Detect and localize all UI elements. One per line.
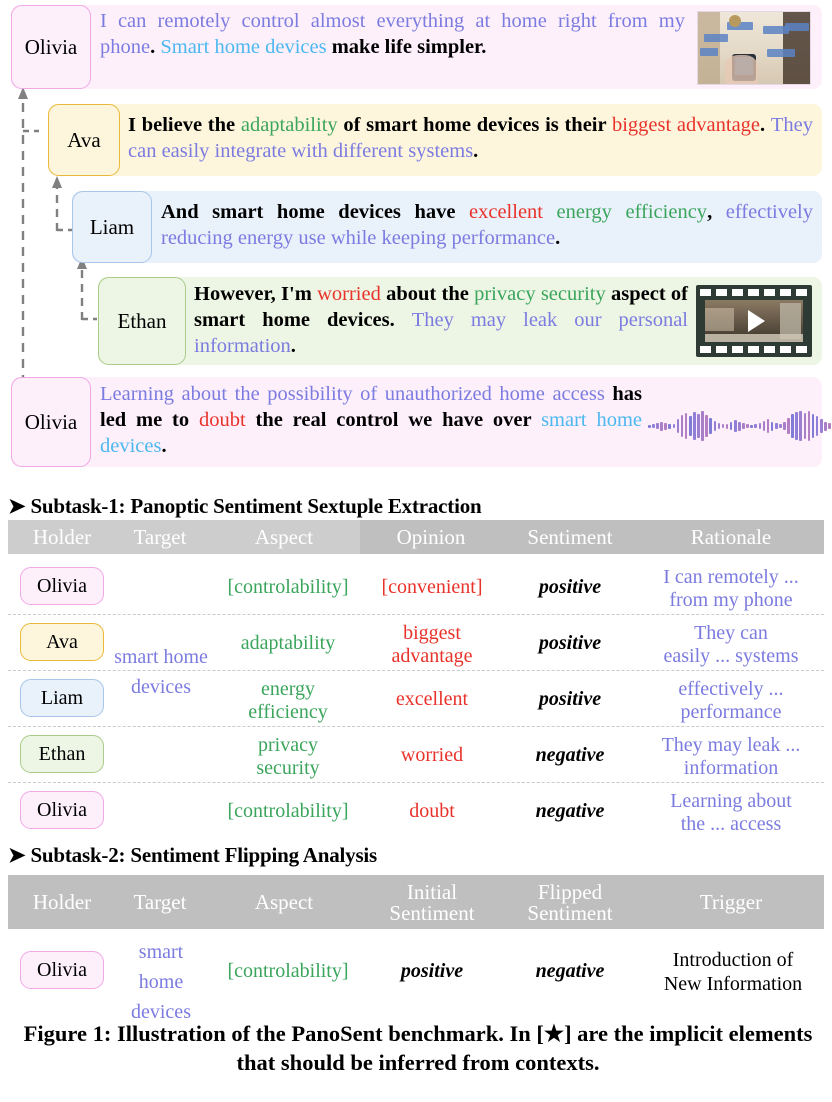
holder-name: Ethan	[38, 743, 86, 765]
holder-name: Olivia	[37, 799, 87, 821]
play-icon	[748, 310, 765, 332]
speaker-badge-olivia-1: Olivia	[11, 5, 91, 89]
subtask-2-title: ➤ Subtask-2: Sentiment Flipping Analysis	[8, 843, 386, 868]
speaker-name: Olivia	[24, 409, 78, 434]
holder-name: Ava	[46, 631, 78, 653]
row-holder-badge: Liam	[20, 679, 104, 717]
row-opinion: excellent	[395, 688, 469, 710]
row-target: smart home devices	[131, 941, 191, 1023]
holder-name: Liam	[40, 687, 84, 709]
col-header-target: Target	[133, 890, 187, 915]
row-flipped-sentiment: negative	[535, 960, 605, 982]
row-divider	[8, 782, 824, 783]
row-aspect: [controlability]	[227, 800, 349, 822]
subtask-2-title-text: ➤ Subtask-2: Sentiment Flipping Analysis	[8, 843, 378, 867]
row-rationale: I can remotely ... from my phone	[663, 566, 799, 612]
row-aspect: adaptability	[240, 632, 336, 654]
row-initial-sentiment: positive	[400, 960, 464, 982]
row-sentiment: positive	[538, 688, 602, 710]
image-smart-home-room	[697, 11, 811, 85]
row-aspect: [controlability]	[227, 960, 349, 982]
row-holder-badge: Ava	[20, 623, 104, 661]
row-opinion: doubt	[409, 800, 455, 822]
col-header-holder: Holder	[32, 525, 92, 549]
row-divider	[8, 614, 824, 615]
row-holder-badge: Ethan	[20, 735, 104, 773]
message-text-olivia-1: I can remotely control almost everything…	[100, 10, 691, 59]
speaker-name: Olivia	[24, 34, 78, 59]
col-header-initial-sentiment: Initial Sentiment	[389, 879, 475, 925]
col-header-holder: Holder	[32, 890, 92, 915]
speaker-name: Ava	[67, 127, 101, 152]
row-rationale: They can easily ... systems	[663, 622, 799, 668]
col-header-flipped-sentiment: Flipped Sentiment	[527, 879, 613, 925]
row-opinion: [convenient]	[381, 576, 483, 598]
target-span-label: smart home devices	[114, 646, 208, 699]
subtask-1-table: Holder Target Aspect Opinion Sentiment R…	[8, 520, 824, 835]
row-aspect: [controlability]	[227, 576, 349, 598]
row-rationale: Learning about the ... access	[670, 790, 792, 836]
row-rationale: They may leak ... information	[661, 734, 801, 780]
video-smart-home-clip[interactable]	[696, 285, 812, 357]
row-trigger: Introduction of New Information	[663, 949, 803, 995]
speaker-badge-ava: Ava	[48, 104, 120, 176]
col-header-aspect: Aspect	[254, 890, 314, 915]
speaker-badge-ethan: Ethan	[98, 277, 186, 365]
holder-name: Olivia	[37, 959, 87, 981]
subtask-2-table: Holder Target Aspect Initial Sentiment F…	[8, 875, 824, 1023]
col-header-aspect: Aspect	[254, 525, 314, 549]
message-text-liam: And smart home devices have excellent en…	[161, 201, 819, 250]
speaker-badge-olivia-2: Olivia	[11, 377, 91, 467]
message-text-olivia-2: Learning about the possibility of unauth…	[100, 383, 648, 458]
figure-caption: Figure 1: Illustration of the PanoSent b…	[23, 1021, 813, 1075]
table-header-row: Holder Target Aspect Opinion Sentiment R…	[8, 520, 824, 554]
col-header-trigger: Trigger	[699, 890, 763, 915]
col-header-opinion: Opinion	[396, 525, 466, 549]
row-opinion: worried	[400, 744, 464, 766]
figure-root: Olivia I can remotely control almost eve…	[0, 0, 832, 1102]
subtask-1-title-text: ➤ Subtask-1: Panoptic Sentiment Sextuple…	[8, 494, 482, 518]
row-aspect: energy efficiency	[248, 678, 328, 724]
col-header-target: Target	[133, 525, 187, 549]
conversation-panel: Olivia I can remotely control almost eve…	[0, 0, 832, 482]
row-divider	[8, 726, 824, 727]
speaker-name: Ethan	[117, 308, 167, 333]
row-holder-badge: Olivia	[20, 951, 104, 989]
subtask-1-title: ➤ Subtask-1: Panoptic Sentiment Sextuple…	[8, 494, 490, 519]
holder-name: Olivia	[37, 575, 87, 597]
row-sentiment: positive	[538, 632, 602, 654]
audio-waveform[interactable]	[648, 409, 832, 443]
row-holder-badge: Olivia	[20, 567, 104, 605]
row-sentiment: negative	[535, 744, 605, 766]
row-opinion: biggest advantage	[391, 622, 473, 668]
row-sentiment: negative	[535, 800, 605, 822]
row-holder-badge: Olivia	[20, 791, 104, 829]
row-rationale: effectively ... performance	[678, 678, 784, 724]
col-header-sentiment: Sentiment	[527, 525, 613, 549]
col-header-rationale: Rationale	[690, 525, 772, 549]
row-divider	[8, 670, 824, 671]
speaker-name: Liam	[89, 214, 135, 239]
speaker-badge-liam: Liam	[72, 191, 152, 263]
message-text-ethan: However, I'm worried about the privacy s…	[194, 283, 694, 358]
row-sentiment: positive	[538, 576, 602, 598]
table-header-row: Holder Target Aspect Initial Sentiment F…	[8, 875, 824, 929]
row-aspect: privacy security	[256, 734, 320, 780]
message-text-ava: I believe the adaptability of smart home…	[128, 114, 819, 163]
